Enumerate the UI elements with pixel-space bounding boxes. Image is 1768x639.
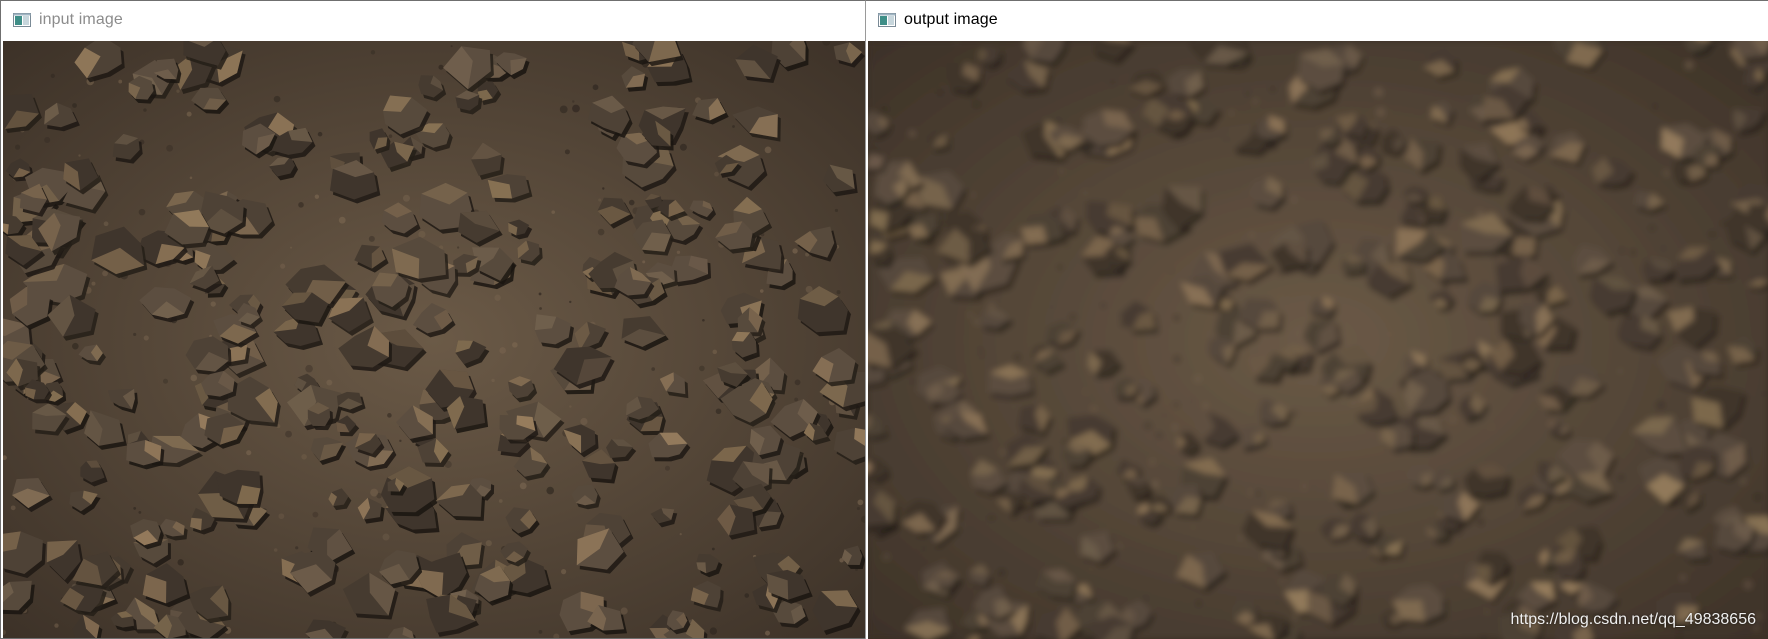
input-image-canvas bbox=[3, 41, 865, 638]
gravel-photo bbox=[3, 41, 865, 638]
gravel-photo-blurred bbox=[868, 41, 1768, 639]
input-image-titlebar[interactable]: input image bbox=[1, 1, 865, 39]
csdn-watermark: https://blog.csdn.net/qq_49838656 bbox=[1510, 611, 1756, 628]
input-image-title: input image bbox=[39, 11, 123, 28]
opencv-window-icon bbox=[878, 13, 896, 27]
output-image-window[interactable]: output image bbox=[865, 0, 1768, 639]
screen: input image output image https://blog.cs… bbox=[0, 0, 1768, 639]
input-image-window[interactable]: input image bbox=[0, 0, 866, 639]
output-image-titlebar[interactable]: output image bbox=[866, 1, 1768, 39]
opencv-window-icon bbox=[13, 13, 31, 27]
output-image-canvas bbox=[868, 41, 1768, 639]
output-image-title: output image bbox=[904, 11, 998, 28]
